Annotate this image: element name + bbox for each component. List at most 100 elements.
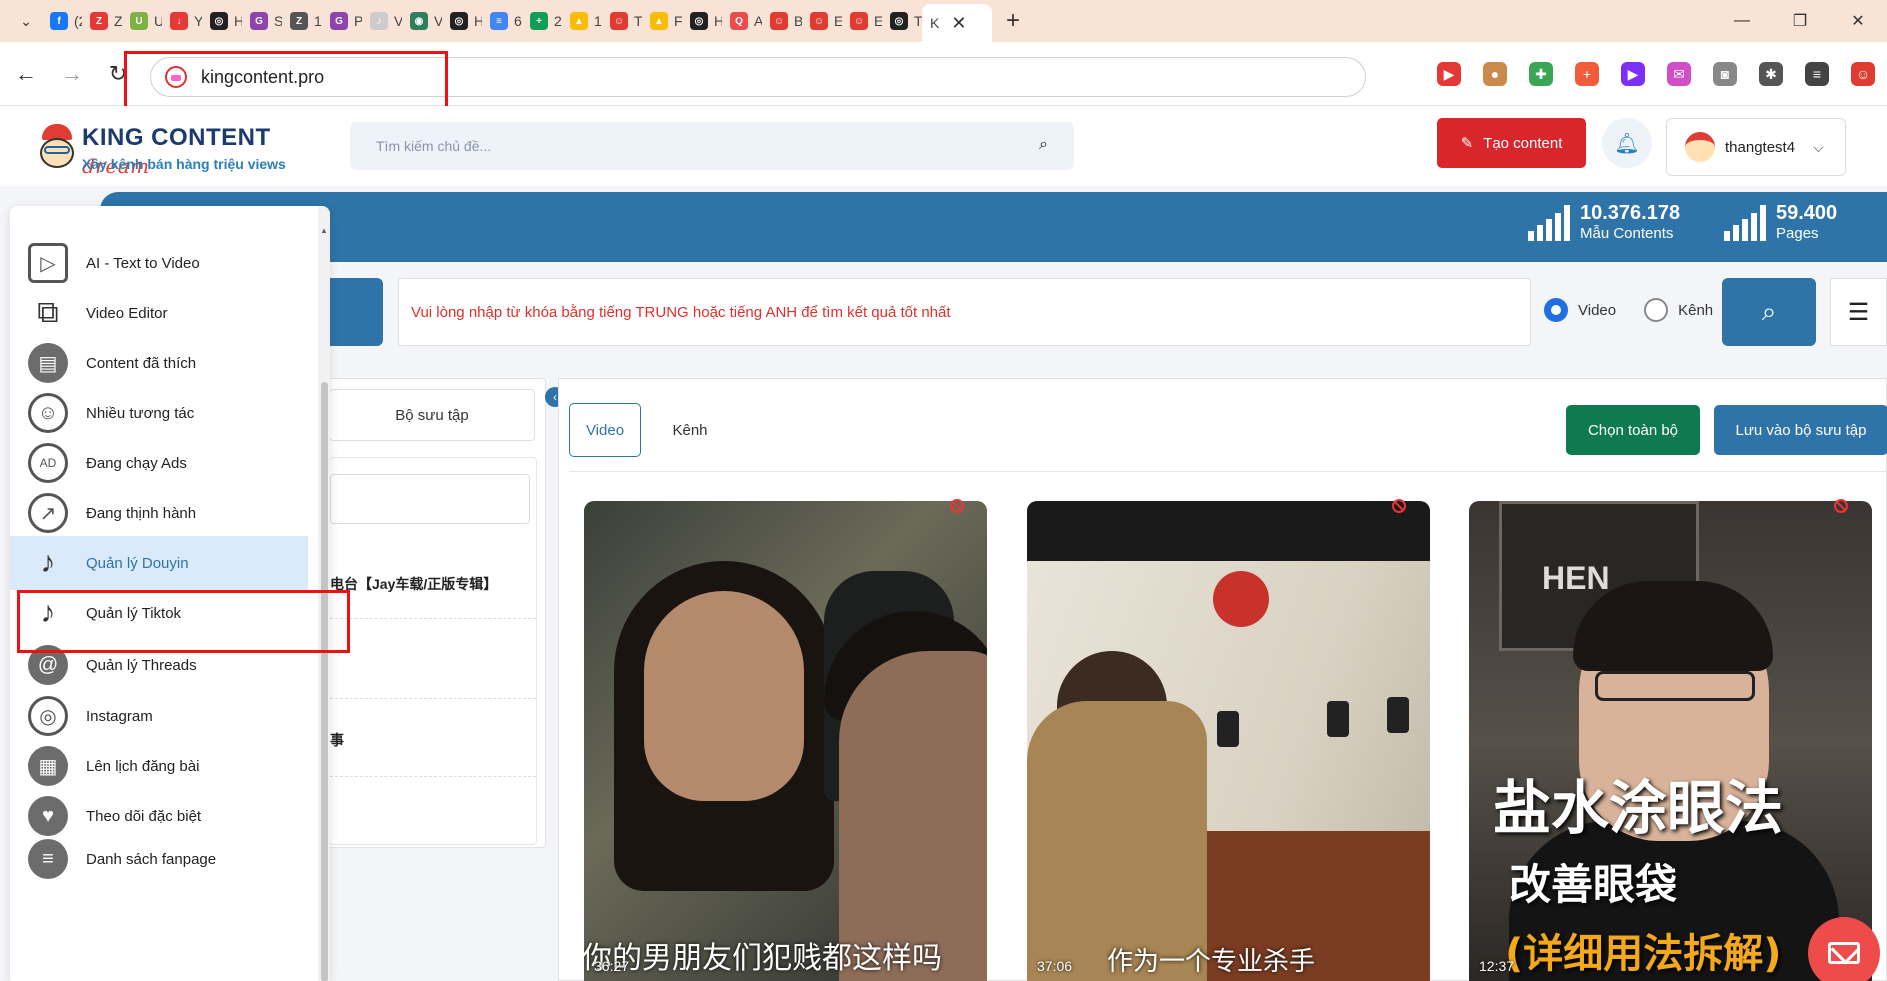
sidebar-item-trending[interactable]: ↗ Đang thịnh hành [10, 486, 310, 540]
extensions-puzzle-icon[interactable]: ✱ [1759, 62, 1783, 86]
minimize-icon[interactable]: — [1713, 0, 1771, 42]
browser-tab[interactable]: ↓ Y [162, 4, 202, 38]
sidebar-item-video-plus[interactable]: ▷ AI - Text to Video [10, 236, 310, 290]
browser-tab[interactable]: G Pi [322, 4, 362, 38]
video-card[interactable]: HEN 盐水涂眼法 改善眼袋 (详细用法拆解) 12:37 [1469, 501, 1872, 981]
sidebar-item-smile[interactable]: ☺ Nhiều tương tác [10, 386, 310, 440]
select-all-button[interactable]: Chọn toàn bộ [1566, 405, 1700, 455]
stat-pages-label: Pages [1776, 225, 1819, 242]
browser-tab[interactable]: Z 1( [282, 4, 322, 38]
collection-search-input[interactable] [330, 474, 530, 524]
notification-bell-icon[interactable]: 🔔︎ [1602, 118, 1652, 168]
keyword-search-input[interactable]: Vui lòng nhập từ khóa bằng tiếng TRUNG h… [398, 278, 1531, 346]
close-icon[interactable]: ✕ [951, 13, 966, 34]
video-card[interactable]: 你的男朋友们犯贱都这样吗 36:27 [584, 501, 987, 981]
sidebar-item-fanpage-list[interactable]: ≡ Danh sách fanpage [10, 832, 310, 886]
tab-favicon-icon: ◉ [410, 12, 428, 30]
sidebar-item-video-edit[interactable]: ⧉ Video Editor [10, 286, 310, 340]
contact-mail-button[interactable] [1808, 917, 1880, 981]
sidebar-item-instagram[interactable]: ◎ Instagram [10, 689, 310, 743]
tab-favicon-icon: G [330, 12, 348, 30]
browser-tab[interactable]: ◎ H [682, 4, 722, 38]
king-mascot-icon [36, 124, 78, 170]
browser-tab[interactable]: ☺ El [842, 4, 882, 38]
search-button[interactable]: ⌕ [1722, 278, 1816, 346]
save-to-collection-button[interactable]: Lưu vào bộ sưu tập [1714, 405, 1887, 455]
video-card[interactable]: 作为一个专业杀手 37:06 [1027, 501, 1430, 981]
sidebar-item-label: Instagram [86, 707, 153, 725]
divider [330, 776, 536, 777]
window-close-icon[interactable]: ✕ [1829, 0, 1887, 42]
list-item[interactable]: 事 [330, 730, 536, 750]
extension-video-icon[interactable]: ▶ [1437, 62, 1461, 86]
create-content-button[interactable]: ✎ Tạo content [1437, 118, 1586, 168]
radio-channel[interactable] [1644, 298, 1669, 322]
extension-chat-icon[interactable]: ✉ [1667, 62, 1691, 86]
browser-tab[interactable]: ♪ Ve [362, 4, 402, 38]
radio-video-label[interactable]: Video [1578, 302, 1616, 319]
sidebar-item-label: Lên lịch đăng bài [86, 757, 200, 775]
restore-icon[interactable]: ❐ [1771, 0, 1829, 42]
browser-tab[interactable]: +2! [522, 4, 562, 38]
tab-label: U [154, 13, 162, 29]
user-menu[interactable]: thangtest4 ⌵ [1666, 118, 1846, 176]
browser-tab[interactable]: ≡ 6 [482, 4, 522, 38]
tab-video[interactable]: Video [569, 403, 641, 457]
block-icon[interactable] [1834, 499, 1848, 513]
sidebar-item-liked-content[interactable]: ▤ Content đã thích [10, 336, 310, 390]
sidebar-item-douyin[interactable]: ♪ Quản lý Douyin [10, 536, 308, 590]
tab-collection[interactable]: Bộ sưu tập [329, 389, 535, 441]
filter-sliders-icon[interactable]: ☰ [1830, 278, 1887, 346]
sidebar-item-label: Nhiều tương tác [86, 404, 195, 422]
extension-cookie-icon[interactable]: ● [1483, 62, 1507, 86]
search-type-dropdown[interactable] [328, 278, 383, 346]
extension-play-icon[interactable]: ▶ [1621, 62, 1645, 86]
browser-tab[interactable]: ☺ Bi [762, 4, 802, 38]
extension-add-icon[interactable]: + [1575, 62, 1599, 86]
tab-label: 2! [554, 13, 562, 29]
radio-channel-label[interactable]: Kênh [1678, 302, 1713, 319]
topic-search-input[interactable]: Tìm kiếm chủ đề... ⌕ [350, 122, 1074, 170]
forward-arrow-icon[interactable]: → [52, 54, 92, 94]
scroll-up-icon[interactable]: ▲ [320, 226, 328, 235]
extension-camera-icon[interactable]: ◙ [1713, 62, 1737, 86]
browser-tab[interactable]: ☺ El [802, 4, 842, 38]
tab-label: Ti [634, 13, 642, 29]
browser-tab[interactable]: ◎ Ti [882, 4, 922, 38]
extensions-row: ▶ ● ✚ + ▶ ✉ ◙ ✱ ≡ ☺ [1437, 62, 1875, 86]
browser-tab[interactable]: ▲ 1( [562, 4, 602, 38]
block-icon[interactable] [1392, 499, 1406, 513]
browser-tab[interactable]: ☺ Ti [602, 4, 642, 38]
list-item[interactable]: 电台【Jay车载/正版专辑】 [330, 574, 536, 594]
browser-tab[interactable]: f (2 [42, 4, 82, 38]
radio-video[interactable] [1544, 298, 1568, 322]
browser-tab[interactable]: QA [722, 4, 762, 38]
sidebar-item-ads[interactable]: AD Đang chạy Ads [10, 436, 310, 490]
tab-channel[interactable]: Kênh [655, 403, 725, 457]
reading-list-icon[interactable]: ≡ [1805, 62, 1829, 86]
browser-tab[interactable]: Z Zi [82, 4, 122, 38]
stats-banner: 10.376.178 Mẫu Contents 59.400 Pages [100, 192, 1887, 262]
browser-tab[interactable]: ◎ H [202, 4, 242, 38]
new-tab-plus-icon[interactable]: + [1006, 7, 1020, 35]
tab-label: (2 [74, 13, 82, 29]
tab-search-chevron-icon[interactable]: ⌄ [10, 5, 42, 37]
profile-avatar-icon[interactable]: ☺ [1851, 62, 1875, 86]
mail-icon [1828, 942, 1860, 964]
tab-label: H [474, 13, 482, 29]
block-icon[interactable] [950, 499, 964, 513]
tab-favicon-icon: G [250, 12, 268, 30]
site-logo[interactable]: KING CONTENT dream Xây kênh bán hàng tri… [36, 120, 336, 178]
browser-tab[interactable]: UU [122, 4, 162, 38]
sidebar-item-calendar[interactable]: ▦ Lên lịch đăng bài [10, 739, 310, 793]
browser-tab[interactable]: ◉ Vi [402, 4, 442, 38]
back-arrow-icon[interactable]: ← [6, 54, 46, 94]
tab-active[interactable]: K ✕ [922, 4, 992, 42]
browser-tab[interactable]: ◎ H [442, 4, 482, 38]
divider [330, 698, 536, 699]
search-icon[interactable]: ⌕ [1039, 136, 1048, 154]
scrollbar-thumb[interactable] [321, 382, 328, 981]
extension-plus-icon[interactable]: ✚ [1529, 62, 1553, 86]
browser-tab[interactable]: G Sc [242, 4, 282, 38]
browser-tab[interactable]: ▲ Fi [642, 4, 682, 38]
